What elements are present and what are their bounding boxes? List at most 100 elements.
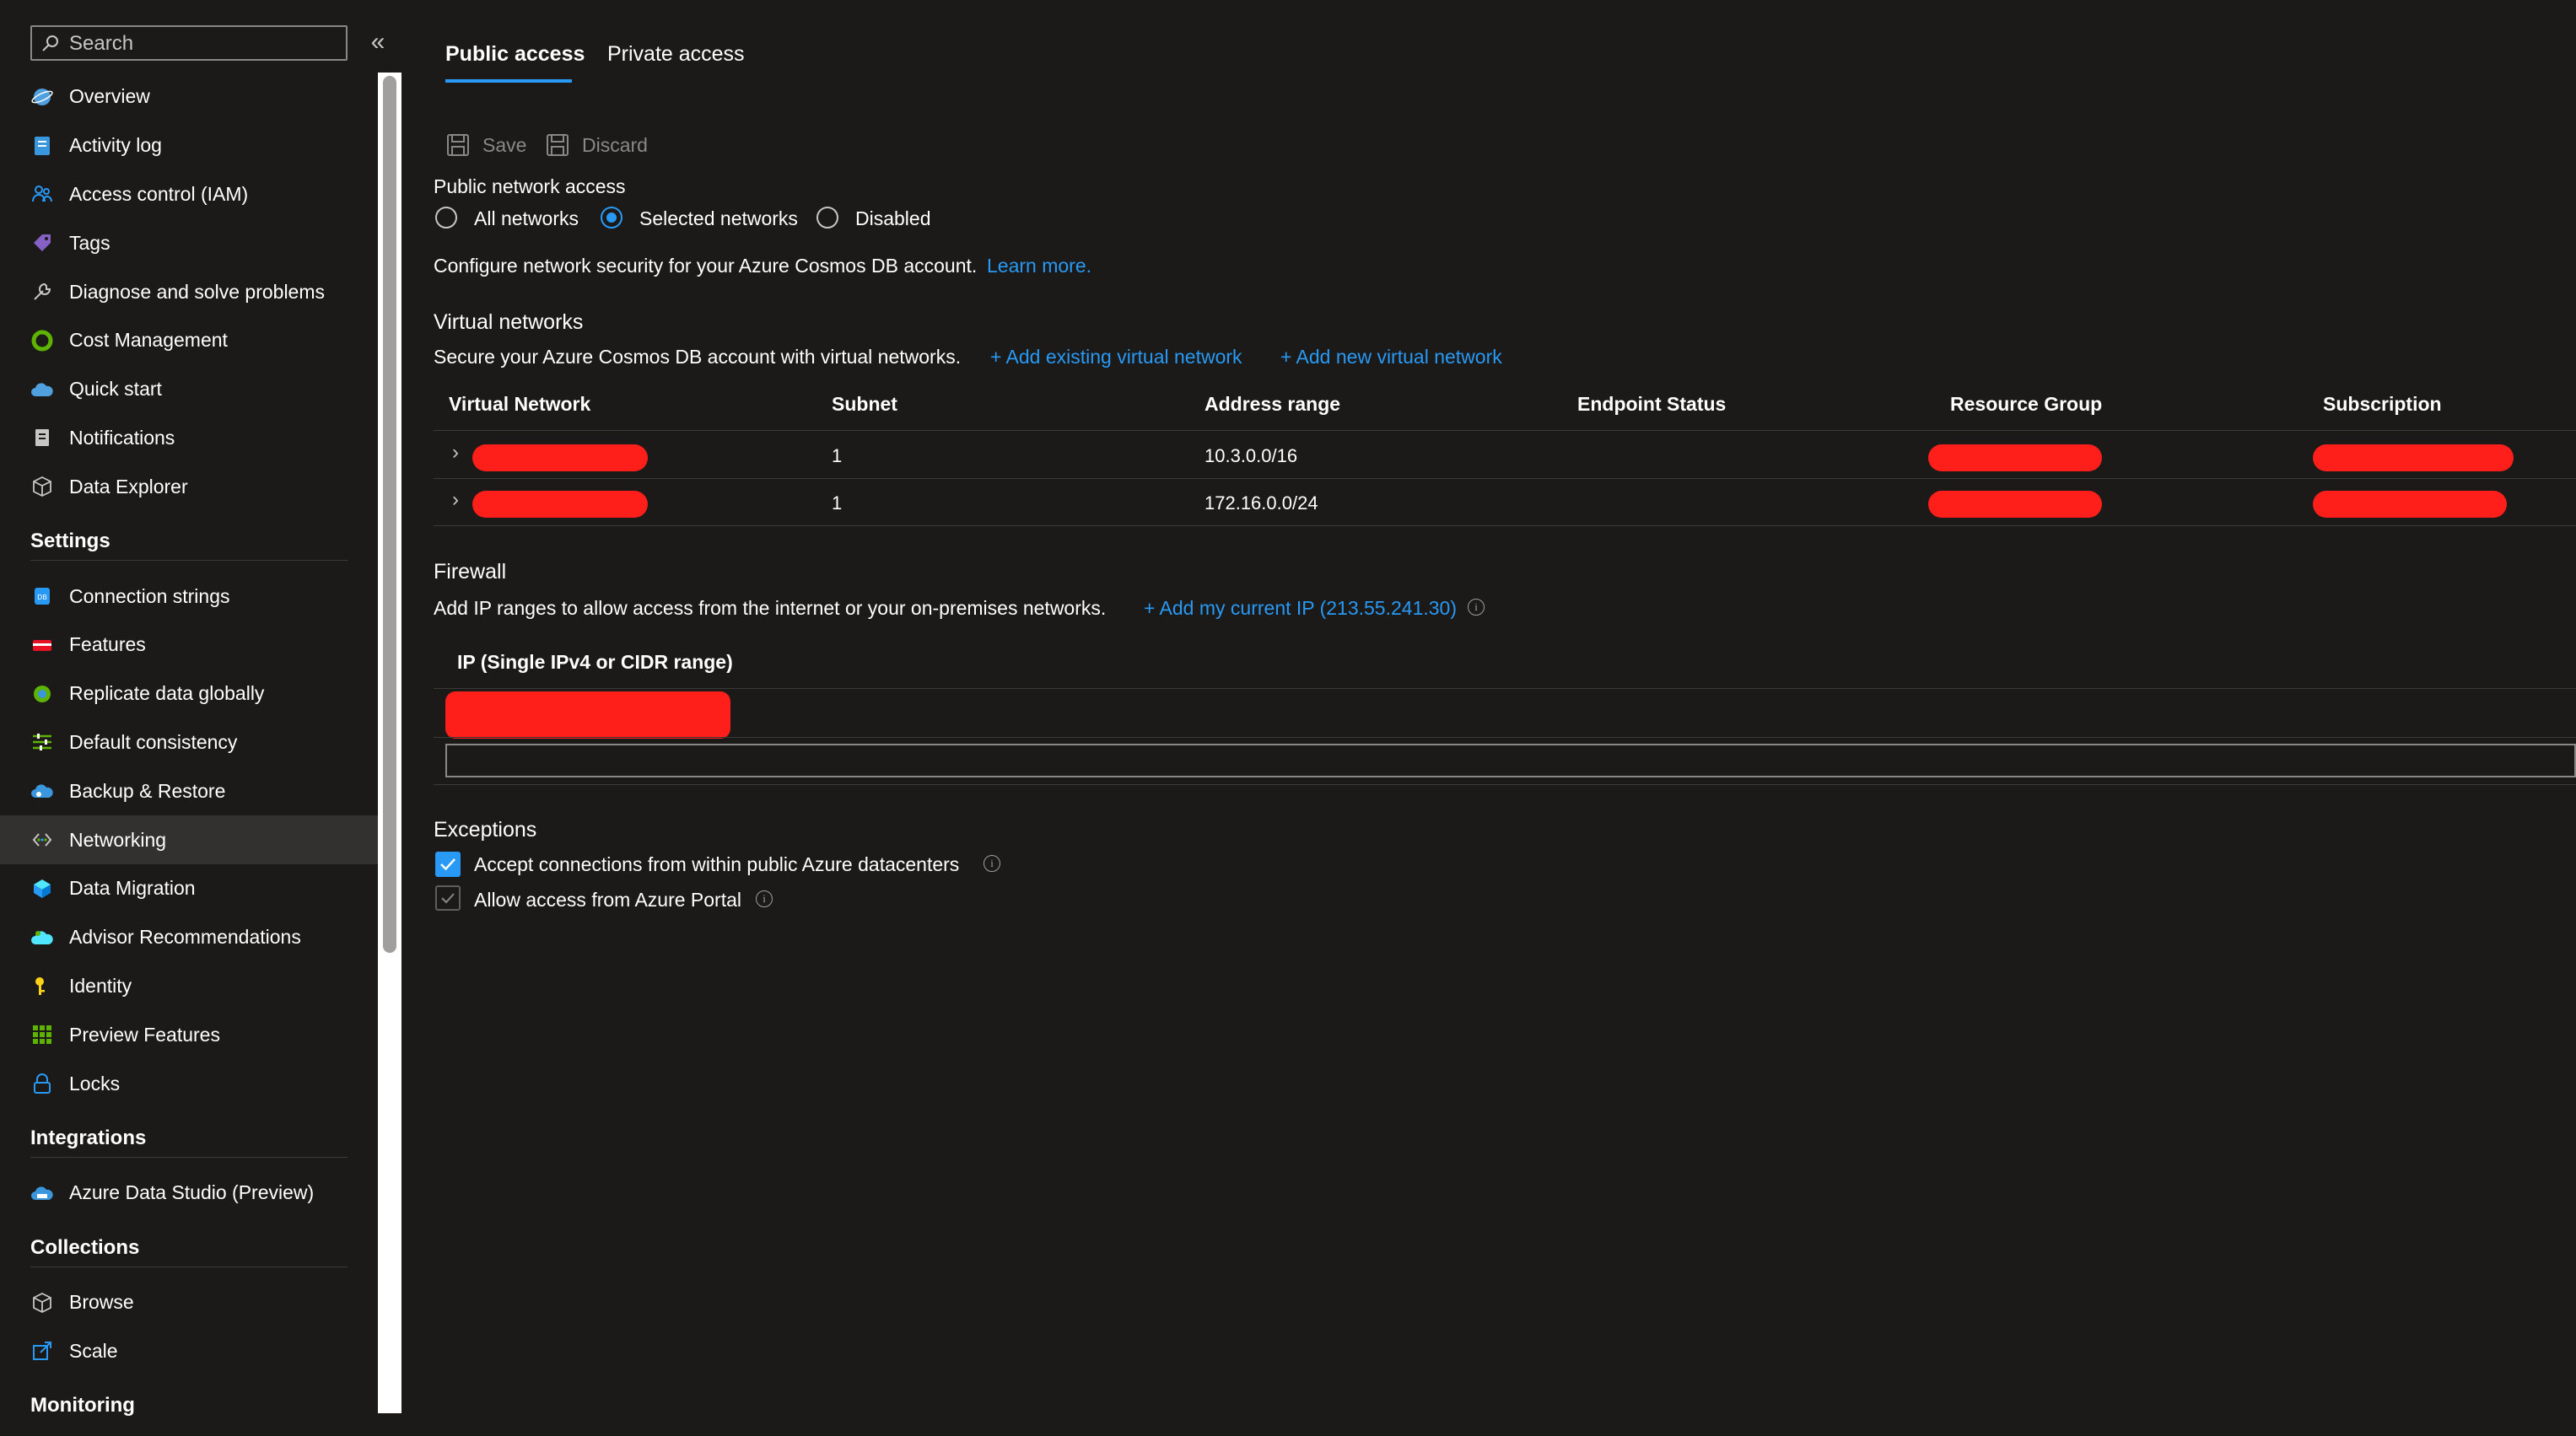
resource-menu: « Overview Activity log Access control (…	[0, 0, 385, 1417]
menu-item-replicate[interactable]: Replicate data globally	[0, 670, 378, 718]
redacted-subscription	[2313, 491, 2507, 518]
menu-item-label: Notifications	[69, 426, 175, 449]
radio-all-networks[interactable]	[435, 207, 457, 229]
ip-range-input[interactable]	[445, 744, 2576, 777]
menu-item-activity-log[interactable]: Activity log	[0, 121, 378, 170]
tab-active-indicator	[445, 79, 572, 83]
notification-icon	[30, 426, 54, 449]
menu-item-label: Browse	[69, 1291, 134, 1314]
save-button[interactable]: Save	[445, 130, 526, 160]
menu-item-overview[interactable]: Overview	[0, 73, 378, 121]
save-icon	[447, 134, 469, 156]
menu-item-notifications[interactable]: Notifications	[0, 414, 378, 463]
tab-public-access[interactable]: Public access	[445, 42, 585, 67]
info-icon[interactable]: i	[756, 890, 773, 907]
table-divider	[434, 478, 2576, 479]
exception-label-datacenters: Accept connections from within public Az…	[474, 853, 960, 875]
menu-item-connection-strings[interactable]: DB Connection strings	[0, 572, 378, 621]
table-divider	[434, 688, 2576, 689]
chevron-right-icon[interactable]: ›	[452, 441, 459, 465]
menu-item-browse[interactable]: Browse	[0, 1278, 378, 1327]
menu-item-quick-start[interactable]: Quick start	[0, 365, 378, 414]
redacted-subscription	[2313, 444, 2514, 471]
chevron-right-icon[interactable]: ›	[452, 488, 459, 512]
section-title: Monitoring	[30, 1394, 135, 1417]
menu-item-features[interactable]: Features	[0, 621, 378, 670]
redacted-resource-group	[1928, 491, 2102, 518]
menu-item-tags[interactable]: Tags	[0, 218, 378, 267]
section-settings: Settings	[0, 511, 378, 572]
info-icon[interactable]: i	[984, 855, 1000, 872]
search-icon	[40, 34, 61, 54]
menu-item-networking[interactable]: Networking	[0, 815, 378, 864]
add-current-ip-link[interactable]: + Add my current IP (213.55.241.30)	[1144, 597, 1457, 620]
firewall-description: Add IP ranges to allow access from the i…	[434, 597, 1107, 619]
checkbox-accept-azure-datacenters[interactable]	[435, 852, 461, 877]
cell-subnet: 1	[832, 492, 843, 514]
info-icon[interactable]: i	[1468, 599, 1485, 616]
menu-item-scale[interactable]: Scale	[0, 1327, 378, 1376]
menu-item-azure-data-studio[interactable]: Azure Data Studio (Preview)	[0, 1169, 378, 1218]
section-title: Integrations	[30, 1126, 147, 1149]
radio-label-all-networks: All networks	[474, 207, 579, 229]
menu-item-data-migration[interactable]: Data Migration	[0, 864, 378, 913]
sliders-icon	[30, 730, 54, 754]
menu-item-label: Activity log	[69, 134, 162, 157]
tab-private-access[interactable]: Private access	[607, 42, 745, 67]
discard-button[interactable]: Discard	[545, 130, 648, 160]
menu-item-diagnose[interactable]: Diagnose and solve problems	[0, 267, 378, 316]
advisor-icon	[30, 926, 54, 949]
configure-description: Configure network security for your Azur…	[434, 255, 978, 277]
menu-item-data-explorer[interactable]: Data Explorer	[0, 462, 378, 511]
search-box[interactable]	[30, 25, 348, 61]
learn-more-link[interactable]: Learn more.	[987, 255, 1091, 277]
virtual-networks-description: Secure your Azure Cosmos DB account with…	[434, 346, 962, 368]
menu-item-advisor[interactable]: Advisor Recommendations	[0, 913, 378, 962]
cell-address-range: 172.16.0.0/24	[1204, 492, 1318, 514]
redacted-virtual-network	[472, 491, 648, 518]
menu-item-label: Features	[69, 633, 146, 656]
exception-label-portal: Allow access from Azure Portal	[474, 889, 742, 911]
cell-subnet: 1	[832, 445, 843, 466]
section-title: Collections	[30, 1235, 140, 1259]
firewall-heading: Firewall	[434, 560, 507, 584]
globe-replicate-icon	[30, 682, 54, 706]
menu-item-label: Default consistency	[69, 730, 238, 753]
menu-item-identity[interactable]: Identity	[0, 962, 378, 1011]
radio-disabled[interactable]	[816, 207, 838, 229]
radio-label-disabled: Disabled	[855, 207, 931, 229]
redacted-virtual-network	[472, 444, 648, 471]
menu-item-label: Data Migration	[69, 877, 196, 900]
wrench-icon	[30, 280, 54, 304]
virtual-networks-heading: Virtual networks	[434, 310, 584, 334]
menu-item-access-control[interactable]: Access control (IAM)	[0, 170, 378, 219]
col-subscription[interactable]: Subscription	[2323, 393, 2442, 416]
checkbox-allow-azure-portal	[435, 885, 461, 911]
radio-selected-networks[interactable]	[601, 207, 622, 229]
table-divider	[434, 430, 2576, 431]
backup-icon	[30, 779, 54, 803]
redacted-resource-group	[1928, 444, 2102, 471]
search-input[interactable]	[67, 30, 341, 57]
menu-item-locks[interactable]: Locks	[0, 1059, 378, 1108]
col-endpoint-status[interactable]: Endpoint Status	[1577, 393, 1726, 416]
col-subnet[interactable]: Subnet	[832, 393, 897, 416]
divider	[30, 1156, 348, 1158]
col-address-range[interactable]: Address range	[1204, 393, 1340, 416]
menu-item-preview-features[interactable]: Preview Features	[0, 1010, 378, 1059]
section-monitoring: Monitoring	[0, 1375, 378, 1436]
menu-item-backup-restore[interactable]: Backup & Restore	[0, 766, 378, 815]
menu-item-label: Locks	[69, 1072, 121, 1094]
add-existing-vnet-link[interactable]: + Add existing virtual network	[990, 346, 1242, 368]
cube-icon	[30, 1291, 54, 1315]
menu-item-cost-management[interactable]: Cost Management	[0, 316, 378, 365]
add-new-vnet-link[interactable]: + Add new virtual network	[1280, 346, 1502, 368]
collapse-menu-button[interactable]: «	[363, 27, 393, 57]
scale-icon	[30, 1339, 54, 1363]
cell-address-range: 10.3.0.0/16	[1204, 445, 1298, 466]
col-virtual-network[interactable]: Virtual Network	[449, 393, 590, 416]
col-resource-group[interactable]: Resource Group	[1950, 393, 2102, 416]
cloud-icon	[30, 378, 54, 401]
menu-item-default-consistency[interactable]: Default consistency	[0, 718, 378, 767]
sidebar-scrollbar-thumb[interactable]	[383, 76, 396, 953]
